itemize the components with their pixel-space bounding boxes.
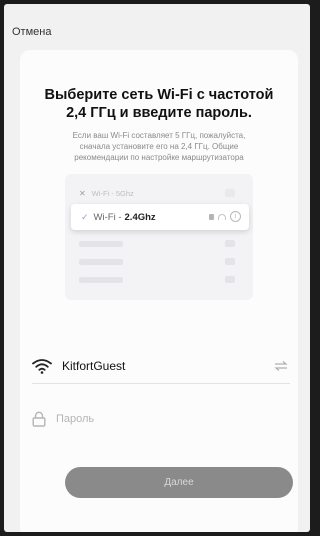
placeholder-shape — [225, 240, 235, 247]
next-button[interactable]: Далее — [65, 467, 293, 498]
placeholder-row — [79, 236, 241, 250]
page-subtitle: Если ваш Wi-Fi составляет 5 ГГц, пожалуй… — [72, 131, 246, 162]
network-selector[interactable]: KitfortGuest — [32, 352, 290, 380]
cancel-button[interactable]: Отмена — [12, 26, 51, 38]
password-row — [32, 406, 290, 432]
wifi-band-illustration: ✕ Wi-Fi - 5Ghz ✓ Wi-Fi - 2.4Ghz i — [65, 174, 253, 300]
divider — [32, 383, 290, 384]
lock-small-icon — [209, 213, 214, 220]
info-icon: i — [230, 211, 241, 222]
screen: Отмена Выберите сеть Wi-Fi с частотой 2,… — [4, 4, 310, 532]
row-24ghz-icons: i — [209, 211, 241, 222]
placeholder-bar — [79, 277, 123, 283]
check-icon: ✓ — [81, 211, 89, 222]
top-bar: Отмена — [4, 4, 310, 48]
x-icon: ✕ — [79, 188, 86, 198]
wifi-icon — [32, 359, 52, 374]
row-5ghz-prefix: Wi-Fi - — [91, 188, 116, 198]
swap-arrows-icon[interactable] — [274, 361, 288, 371]
placeholder-shape — [225, 189, 235, 197]
placeholder-bar — [79, 259, 123, 265]
row-5ghz-band: 5Ghz — [115, 188, 134, 198]
illustration-row-24ghz: ✓ Wi-Fi - 2.4Ghz i — [71, 204, 249, 230]
lock-icon — [32, 411, 46, 427]
network-name: KitfortGuest — [62, 359, 126, 373]
row-24ghz-band: 2.4Ghz — [124, 211, 156, 223]
page-title: Выберите сеть Wi-Fi с частотой 2,4 ГГц и… — [44, 87, 274, 121]
placeholder-bar — [79, 241, 123, 247]
placeholder-shape — [225, 258, 235, 265]
placeholder-row — [79, 254, 241, 268]
placeholder-row — [79, 272, 241, 286]
wifi-small-icon — [218, 213, 226, 220]
wifi-setup-card: Выберите сеть Wi-Fi с частотой 2,4 ГГц и… — [20, 50, 298, 532]
password-field[interactable] — [56, 413, 290, 425]
illustration-row-5ghz: ✕ Wi-Fi - 5Ghz — [79, 184, 241, 202]
placeholder-shape — [225, 276, 235, 283]
row-24ghz-prefix: Wi-Fi - — [93, 211, 122, 223]
